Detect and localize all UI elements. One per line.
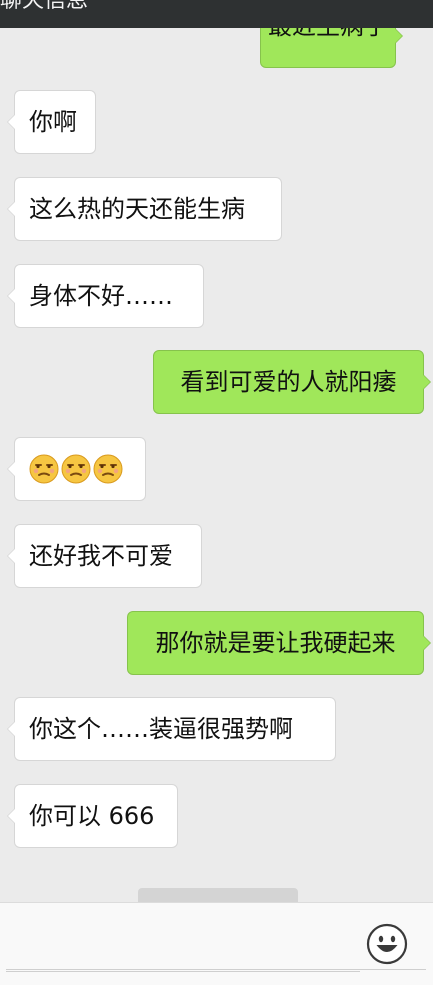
message-text: 看到可爱的人就阳痿 [180,368,397,396]
message-text: 你可以 666 [29,802,155,830]
chat-title: 聊天信息 [0,0,89,13]
message-bubble-sent[interactable]: 那你就是要让我硬起来 [127,611,431,675]
input-underline [6,969,426,970]
smiley-icon[interactable] [366,923,408,965]
message-text: 你啊 [29,108,77,136]
unamused-face-icon [93,454,123,484]
message-bubble-received[interactable]: 你啊 [7,90,96,154]
message-composer [0,902,433,985]
message-bubble-sent[interactable]: 看到可爱的人就阳痿 [153,350,431,414]
message-input[interactable] [6,917,360,972]
message-text: 身体不好…… [29,282,173,310]
message-text: 这么热的天还能生病 [29,195,245,223]
message-bubble-received[interactable]: 身体不好…… [7,264,204,328]
chat-screen: 聊天信息 最近生病了 你啊 这么热的天还能生病 身体不好…… 看到可爱的人就阳痿 [0,0,433,985]
message-bubble-received[interactable]: 你可以 666 [7,784,178,848]
message-text: 你这个……装逼很强势啊 [29,715,293,743]
message-bubble-received[interactable]: 还好我不可爱 [7,524,202,588]
unamused-face-icon [29,454,59,484]
message-text: 还好我不可爱 [29,542,173,570]
message-bubble-received-emoji[interactable] [7,437,146,501]
chat-header: 聊天信息 [0,0,433,28]
unamused-face-icon [61,454,91,484]
message-bubble-received[interactable]: 这么热的天还能生病 [7,177,282,241]
message-bubble-received[interactable]: 你这个……装逼很强势啊 [7,697,336,761]
message-text: 那你就是要让我硬起来 [155,629,396,657]
